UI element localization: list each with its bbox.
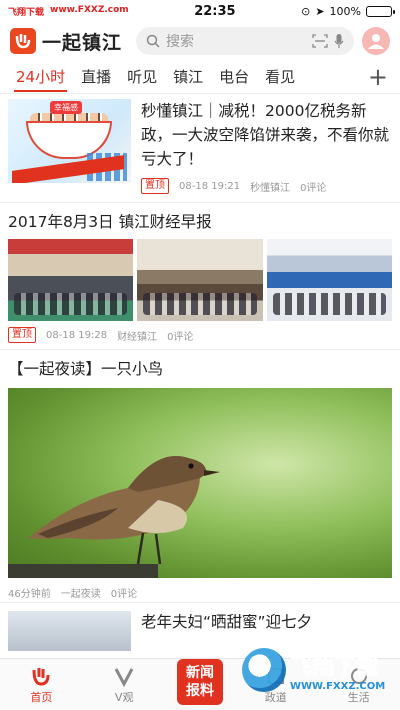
- news-title: 2017年8月3日 镇江财经早报: [8, 213, 212, 231]
- news-item[interactable]: 【一起夜读】一只小鸟 46分钟前 一起夜读 0评论: [0, 350, 400, 603]
- app-name: 一起镇江: [42, 31, 123, 54]
- avatar[interactable]: [362, 27, 390, 55]
- news-comments: 0评论: [300, 182, 327, 194]
- search-icon: [146, 34, 160, 48]
- status-site-label: 飞翔下载: [8, 7, 45, 18]
- news-meta: 46分钟前 一起夜读 0评论: [8, 582, 392, 602]
- add-channel-icon[interactable]: +: [368, 65, 388, 89]
- channel-tabs: 24小时 直播 听见 镇江 电台 看见 +: [0, 60, 400, 94]
- app-header: 一起镇江 搜索: [0, 22, 400, 60]
- news-feed[interactable]: 幸福感 秒懂镇江｜减税！2000亿税务新政，一大波空降馅饼来袭，不看你就亏大了！…: [0, 95, 400, 658]
- news-source: 秒懂镇江: [250, 182, 291, 194]
- news-time: 46分钟前: [8, 588, 51, 600]
- news-photo: [8, 239, 134, 321]
- microphone-icon[interactable]: [334, 33, 344, 49]
- news-cover-image: [8, 388, 392, 578]
- search-placeholder: 搜索: [166, 34, 195, 50]
- news-meta: 置顶 08-18 19:28 财经镇江 0评论: [8, 325, 392, 345]
- app-logo-icon: [10, 28, 36, 54]
- tab-radio[interactable]: 电台: [211, 60, 257, 94]
- watermark-logo-icon: [242, 648, 286, 692]
- battery-icon: [365, 5, 395, 17]
- status-site-url: www.FXXZ.com: [50, 4, 129, 15]
- news-item[interactable]: 2017年8月3日 镇江财经早报 置顶 08-18 19:28 财经镇江 0评论: [0, 203, 400, 350]
- nav-home-label: 首页: [30, 690, 53, 704]
- site-watermark: 飞翔下载 WWW.FXXZ.COM: [242, 640, 392, 700]
- news-time: 08-18 19:28: [46, 329, 108, 341]
- pinned-badge: 置顶: [8, 327, 36, 343]
- nav-home[interactable]: 首页: [11, 665, 71, 705]
- tab-zhenjiang[interactable]: 镇江: [165, 60, 211, 94]
- tab-listen[interactable]: 听见: [119, 60, 165, 94]
- watermark-title: 飞翔下载: [289, 654, 379, 680]
- news-photo: [266, 239, 392, 321]
- news-source: 一起夜读: [60, 588, 101, 600]
- news-item[interactable]: 幸福感 秒懂镇江｜减税！2000亿税务新政，一大波空降馅饼来袭，不看你就亏大了！…: [0, 95, 400, 203]
- search-input[interactable]: 搜索: [136, 27, 354, 55]
- news-thumbnail: [8, 611, 131, 651]
- app-logo: 一起镇江: [10, 28, 122, 55]
- news-comments: 0评论: [167, 331, 194, 343]
- watermark-url: WWW.FXXZ.COM: [290, 680, 386, 692]
- tab-see[interactable]: 看见: [257, 60, 303, 94]
- location-icon: ➤: [315, 4, 325, 18]
- report-line2: 报料: [185, 682, 214, 699]
- thumbnail-sign: 幸福感: [50, 101, 82, 114]
- news-photo: [137, 239, 263, 321]
- status-bar: 飞翔下载 www.FXXZ.com 22:35 ⊙ ➤ 100%: [0, 0, 400, 22]
- news-title: 秒懂镇江｜减税！2000亿税务新政，一大波空降馅饼来袭，不看你就亏大了！: [141, 102, 390, 168]
- home-logo-icon: [30, 665, 52, 687]
- v-icon: [113, 665, 135, 687]
- nav-v-label: V观: [114, 690, 134, 704]
- pinned-badge: 置顶: [141, 178, 169, 194]
- news-thumbnail: 幸福感: [8, 99, 131, 183]
- news-source: 财经镇江: [117, 331, 158, 343]
- nav-v[interactable]: V观: [94, 665, 154, 705]
- news-title: 【一起夜读】一只小鸟: [8, 360, 164, 378]
- news-report-button[interactable]: 新闻 报料: [176, 658, 223, 705]
- status-right: ⊙ ➤ 100%: [301, 4, 395, 18]
- tab-24h[interactable]: 24小时: [8, 60, 73, 94]
- news-time: 08-18 19:21: [179, 180, 241, 192]
- tab-live[interactable]: 直播: [73, 60, 119, 94]
- news-comments: 0评论: [110, 588, 138, 600]
- lock-rotation-icon: ⊙: [301, 4, 311, 18]
- battery-percent: 100%: [329, 4, 361, 18]
- news-photo-group: [8, 239, 392, 321]
- status-time: 22:35: [194, 3, 236, 19]
- report-line1: 新闻: [185, 664, 214, 681]
- scan-icon[interactable]: [312, 34, 328, 48]
- status-site: 飞翔下载 www.FXXZ.com: [8, 5, 129, 18]
- news-meta: 置顶 08-18 19:21 秒懂镇江 0评论: [141, 176, 392, 196]
